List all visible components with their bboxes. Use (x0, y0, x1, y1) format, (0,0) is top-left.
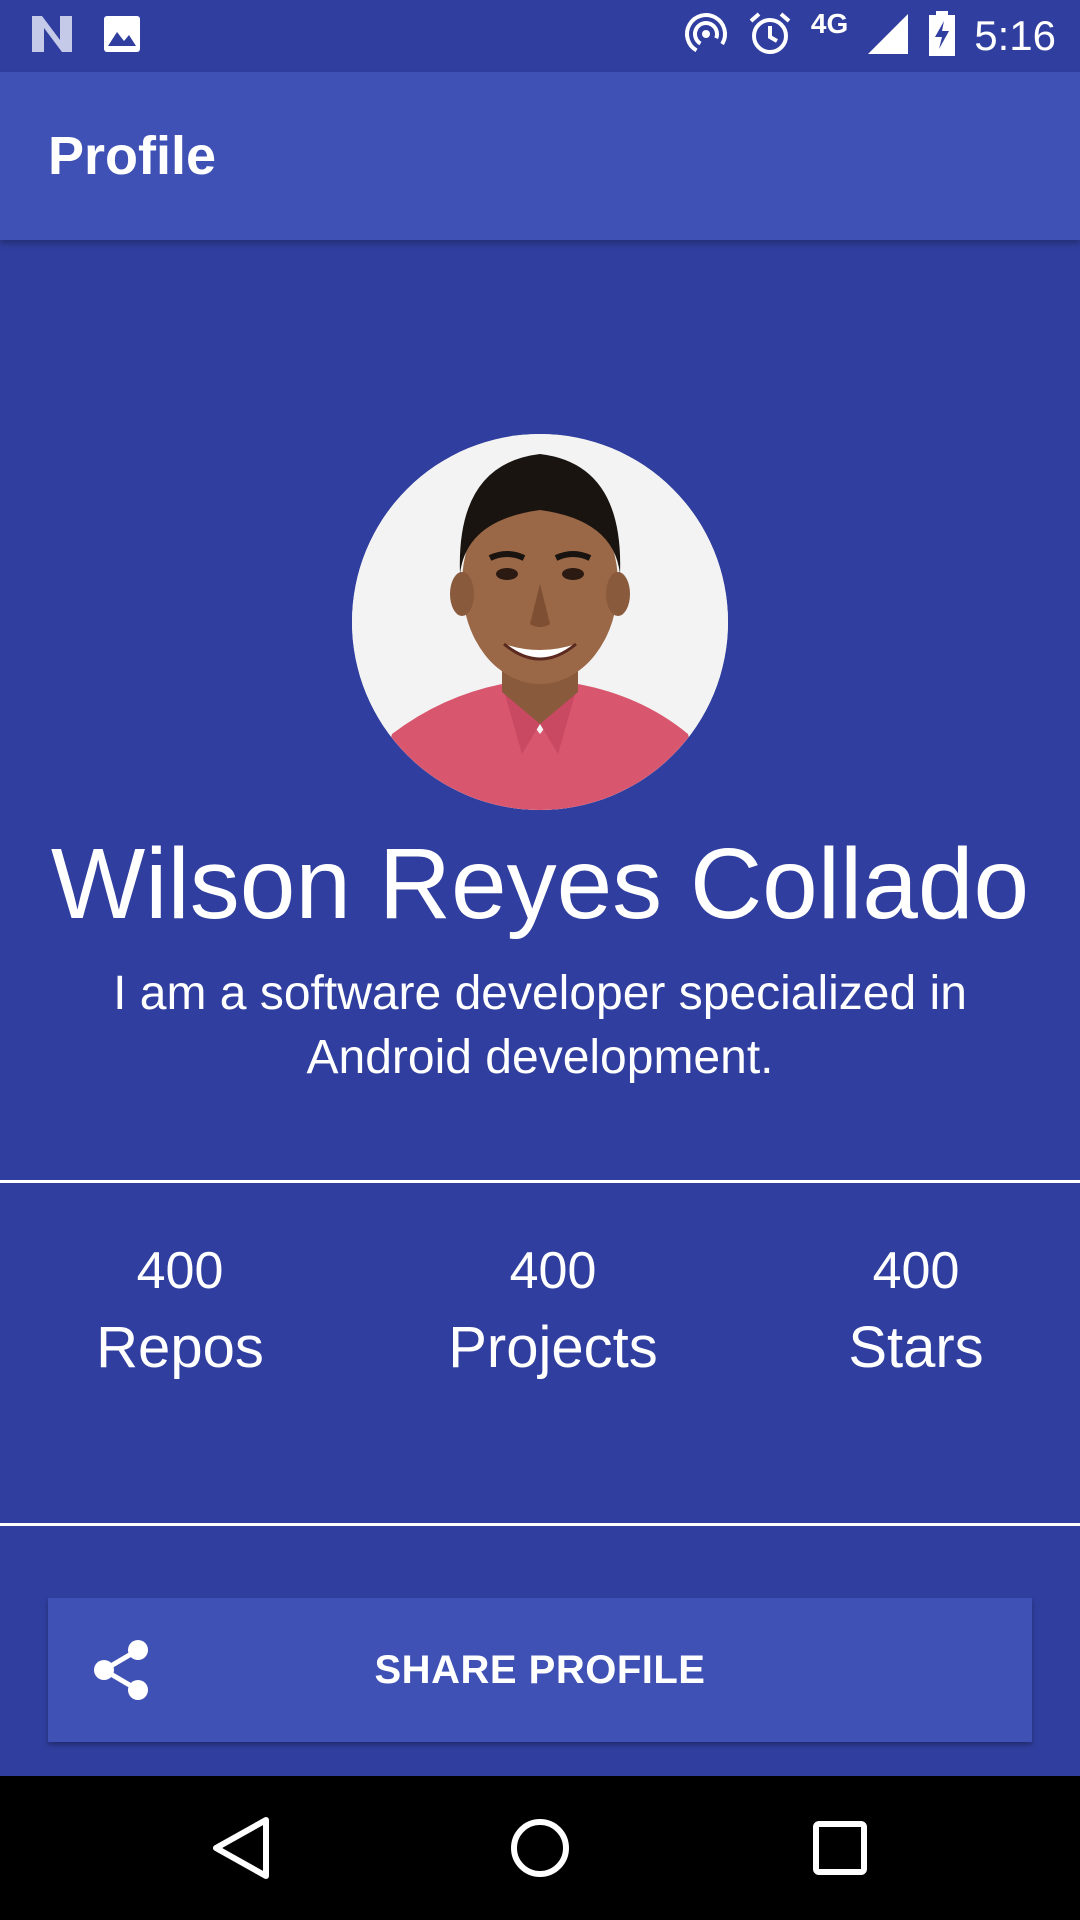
divider-bottom (0, 1523, 1080, 1526)
stat-projects: 400 Projects (373, 1236, 733, 1390)
stat-label: Stars (848, 1315, 984, 1380)
app-bar: Profile (0, 72, 1080, 240)
stat-label: Projects (448, 1315, 658, 1380)
avatar-photo (352, 434, 728, 810)
profile-bio: I am a software developer specialized in… (113, 967, 967, 1084)
stat-label: Repos (96, 1315, 264, 1380)
signal-icon (866, 12, 910, 61)
navigation-bar (0, 1776, 1080, 1920)
stat-stars: 400 Stars (736, 1236, 1080, 1390)
share-profile-label: SHARE PROFILE (374, 1648, 706, 1692)
network-type: 4G (810, 8, 849, 39)
stat-value: 400 (872, 1242, 960, 1300)
status-bar-right: 4G 5:16 (683, 8, 1056, 62)
hotspot-icon (683, 11, 729, 62)
share-profile-button[interactable]: SHARE PROFILE (48, 1598, 1032, 1742)
back-icon[interactable] (204, 1812, 276, 1884)
page-title: Profile (48, 126, 217, 186)
battery-charging-icon (928, 10, 956, 62)
image-notification-icon (102, 14, 142, 59)
divider-top (0, 1180, 1080, 1183)
stat-value: 400 (136, 1242, 224, 1300)
profile-name: Wilson Reyes Collado (50, 828, 1030, 940)
n-notification-icon (30, 14, 74, 59)
recents-icon[interactable] (804, 1812, 876, 1884)
profile-screen: 4G 5:16 Profile Wilson Reyes Collado I a… (0, 0, 1080, 1920)
status-time: 5:16 (974, 12, 1056, 59)
status-bar-left (30, 14, 142, 59)
status-bar: 4G 5:16 (0, 0, 1080, 72)
home-icon[interactable] (504, 1812, 576, 1884)
stat-value: 400 (509, 1242, 597, 1300)
avatar (352, 434, 728, 810)
alarm-icon (747, 11, 793, 62)
stat-repos: 400 Repos (0, 1236, 360, 1390)
share-icon (90, 1638, 154, 1702)
